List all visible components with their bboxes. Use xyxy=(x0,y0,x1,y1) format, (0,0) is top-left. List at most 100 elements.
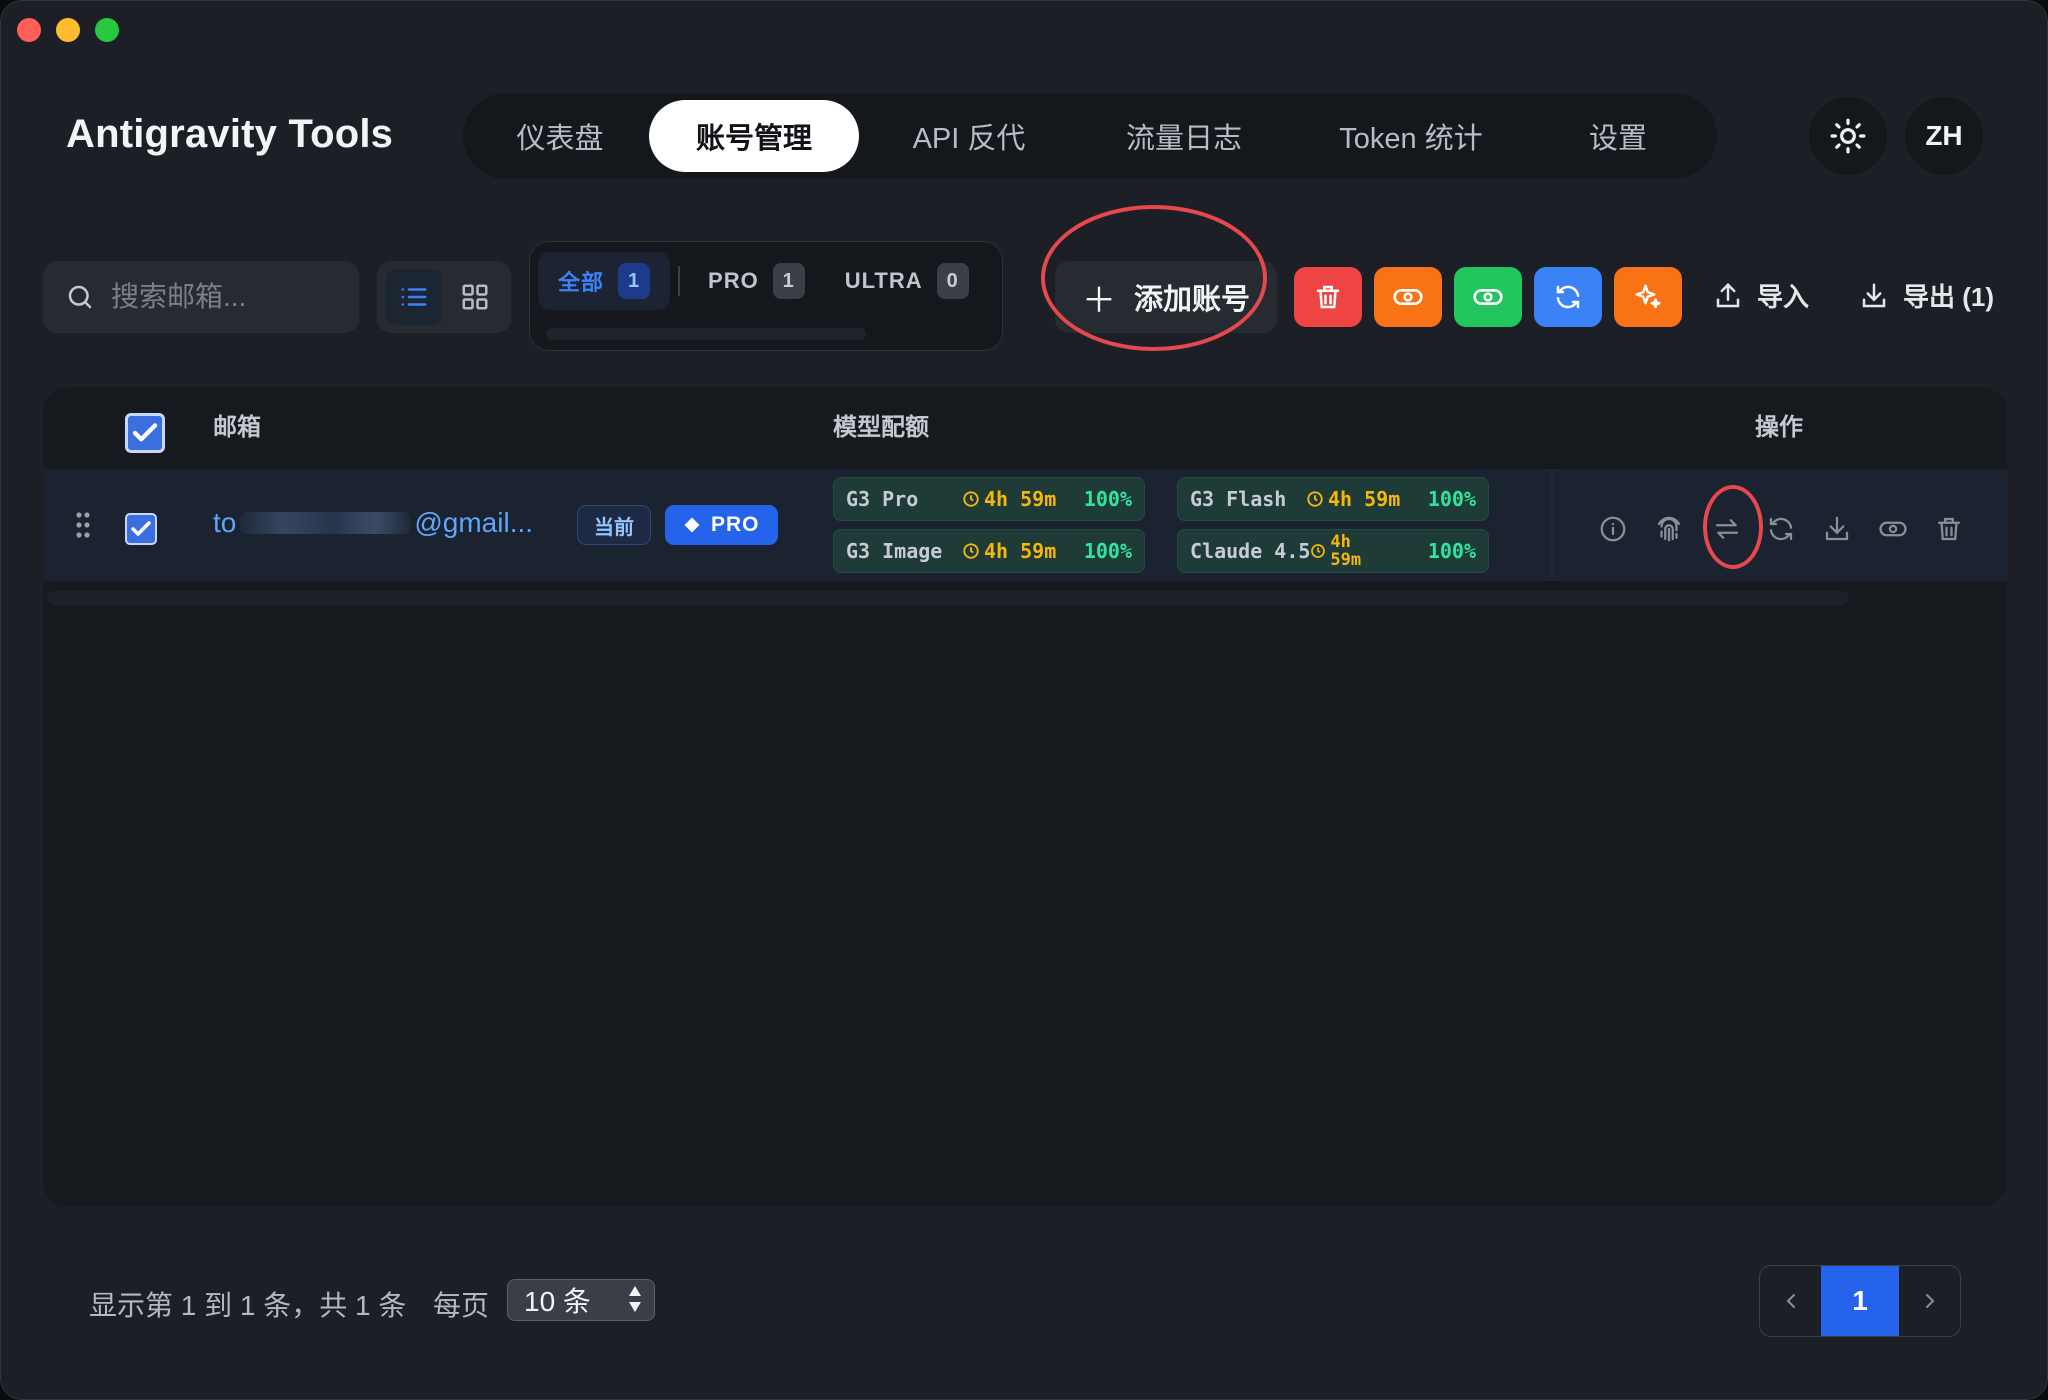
clock-icon xyxy=(1311,544,1326,558)
page-size-value: 10 条 xyxy=(524,1286,591,1317)
switch-account-button[interactable] xyxy=(1707,509,1747,549)
email-prefix: to xyxy=(213,507,237,538)
details-button[interactable] xyxy=(1593,509,1633,549)
column-divider xyxy=(1551,469,1553,581)
clock-icon xyxy=(963,491,979,507)
plan-badge-label: PRO xyxy=(711,513,760,536)
trash-icon xyxy=(1937,517,1961,541)
import-button[interactable]: 导入 xyxy=(1713,277,1809,314)
trash-icon xyxy=(1316,285,1340,309)
toggle-icon xyxy=(1879,521,1907,537)
quota-time-text: 4h 59m xyxy=(984,539,1057,563)
refresh-quota-button[interactable] xyxy=(1761,509,1801,549)
quota-percent: 100% xyxy=(1427,539,1476,563)
quota-model-name: Claude 4.5 xyxy=(1190,539,1311,563)
bulk-enable-button[interactable] xyxy=(1454,267,1522,327)
window-controls xyxy=(17,18,119,42)
tab-api-proxy[interactable]: API 反代 xyxy=(859,100,1079,172)
quota-time-text: 4h 59m xyxy=(984,487,1057,511)
quota-model-name: G3 Flash xyxy=(1190,487,1287,511)
export-label: 导出 (1) xyxy=(1903,282,1995,312)
app-window: Antigravity Tools 仪表盘 账号管理 API 反代 流量日志 T… xyxy=(0,0,2048,1400)
drag-handle-icon[interactable] xyxy=(75,511,91,544)
quota-g3-pro: G3 Pro 4h 59m 100% xyxy=(833,477,1145,521)
quota-percent: 100% xyxy=(1083,539,1132,563)
sun-icon xyxy=(1830,118,1866,154)
header-email: 邮箱 xyxy=(213,414,261,441)
maximize-window-button[interactable] xyxy=(95,18,119,42)
filter-all[interactable]: 全部 1 xyxy=(538,252,671,310)
filter-all-count: 1 xyxy=(618,263,651,299)
search-input[interactable] xyxy=(111,281,331,313)
quota-time-stack: 4h 59m xyxy=(1330,533,1361,569)
fingerprint-button[interactable] xyxy=(1649,509,1689,549)
upload-icon xyxy=(1716,282,1740,307)
sparkles-icon xyxy=(1635,284,1661,309)
fingerprint-icon xyxy=(1657,516,1681,542)
quota-time-text: 4h 59m xyxy=(1328,487,1401,511)
next-page-button[interactable] xyxy=(1899,1266,1960,1336)
list-icon xyxy=(401,288,426,306)
grid-view-button[interactable] xyxy=(447,269,503,325)
toggle-off-icon xyxy=(1393,289,1423,305)
app-title: Antigravity Tools xyxy=(66,112,394,156)
diamond-icon xyxy=(684,517,700,533)
delete-account-button[interactable] xyxy=(1929,509,1969,549)
page-button-1[interactable]: 1 xyxy=(1821,1266,1899,1336)
chevron-left-icon xyxy=(1786,1294,1795,1308)
info-icon xyxy=(1600,516,1626,542)
filter-ultra-count: 0 xyxy=(936,263,969,299)
switch-arrows-icon xyxy=(1715,519,1739,539)
toggle-account-button[interactable] xyxy=(1873,509,1913,549)
table-horizontal-scrollbar[interactable] xyxy=(47,591,1849,605)
select-all-checkbox[interactable] xyxy=(125,413,165,453)
clock-icon xyxy=(963,543,979,559)
prev-page-button[interactable] xyxy=(1760,1266,1821,1336)
filter-divider xyxy=(678,266,681,296)
page-size-select[interactable]: 10 条 xyxy=(507,1279,655,1321)
add-account-button[interactable]: ＋ 添加账号 xyxy=(1055,261,1277,333)
filter-pro-count: 1 xyxy=(772,263,805,299)
filter-pro-label: PRO xyxy=(708,268,759,293)
add-account-label: 添加账号 xyxy=(1133,284,1250,316)
bulk-disable-button[interactable] xyxy=(1374,267,1442,327)
bulk-delete-button[interactable] xyxy=(1294,267,1362,327)
language-button[interactable]: ZH xyxy=(1905,97,1983,175)
filter-ultra[interactable]: ULTRA 0 xyxy=(825,252,989,310)
quota-reset-time: 4h 59m xyxy=(962,487,1074,511)
bulk-optimize-button[interactable] xyxy=(1614,267,1682,327)
close-window-button[interactable] xyxy=(17,18,41,42)
current-badge: 当前 xyxy=(577,505,651,545)
filter-scrollbar[interactable] xyxy=(546,328,866,340)
list-view-button[interactable] xyxy=(385,269,442,325)
minimize-window-button[interactable] xyxy=(56,18,80,42)
check-icon xyxy=(131,521,151,536)
export-account-button[interactable] xyxy=(1817,509,1857,549)
theme-toggle-button[interactable] xyxy=(1809,97,1887,175)
quota-percent: 100% xyxy=(1427,487,1476,511)
row-checkbox[interactable] xyxy=(125,513,157,545)
tab-accounts[interactable]: 账号管理 xyxy=(649,100,859,172)
tab-token-stats[interactable]: Token 统计 xyxy=(1289,100,1533,172)
filter-ultra-label: ULTRA xyxy=(844,268,923,293)
email-redacted xyxy=(240,512,411,534)
per-page-label: 每页 xyxy=(433,1290,490,1321)
grid-icon xyxy=(462,284,487,310)
quota-g3-flash: G3 Flash 4h 59m 100% xyxy=(1177,477,1489,521)
search-icon xyxy=(68,285,92,309)
search-box xyxy=(43,261,359,333)
tab-traffic-log[interactable]: 流量日志 xyxy=(1079,100,1289,172)
account-email[interactable]: to @gmail... xyxy=(213,507,533,539)
toggle-on-icon xyxy=(1473,289,1503,305)
pagination-summary: 显示第 1 到 1 条，共 1 条 xyxy=(89,1290,407,1321)
pagination: 1 xyxy=(1759,1265,1961,1337)
quota-model-name: G3 Pro xyxy=(846,487,919,511)
download-icon xyxy=(1825,516,1849,541)
tab-settings[interactable]: 设置 xyxy=(1533,100,1703,172)
export-button[interactable]: 导出 (1) xyxy=(1859,277,1994,314)
tab-dashboard[interactable]: 仪表盘 xyxy=(471,100,649,172)
filter-pro[interactable]: PRO 1 xyxy=(688,252,825,310)
select-arrows-icon xyxy=(628,1286,642,1312)
bulk-refresh-button[interactable] xyxy=(1534,267,1602,327)
view-toggle xyxy=(377,261,511,333)
